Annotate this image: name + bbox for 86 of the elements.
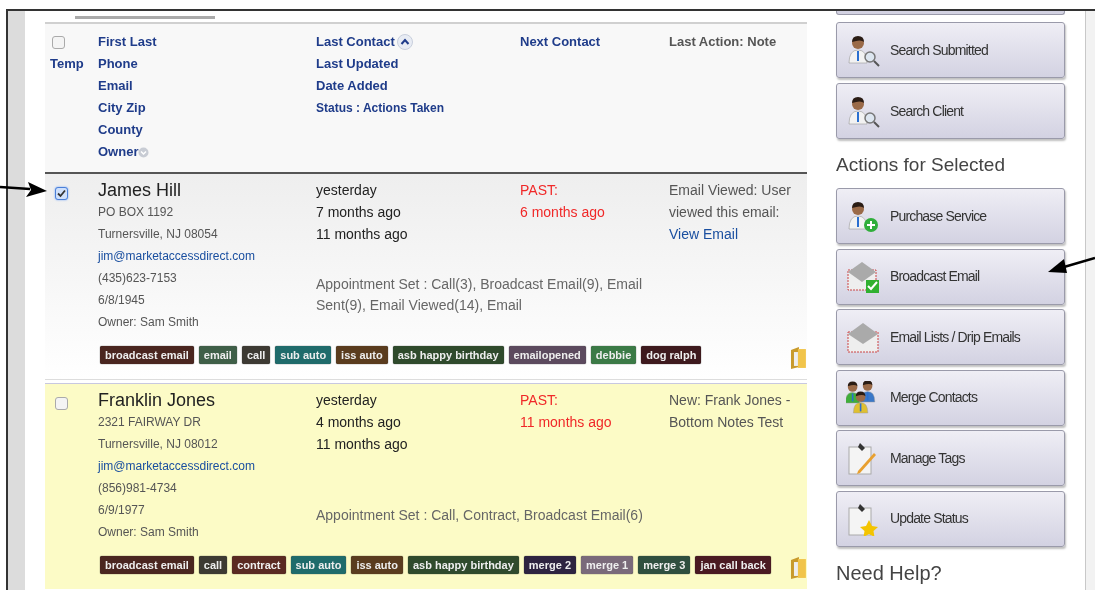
date-text: 11 months ago bbox=[316, 435, 409, 454]
date-text: 6/9/1977 bbox=[98, 502, 146, 519]
note-text: Email Viewed: User viewed this email: bbox=[669, 181, 792, 222]
date-text: 7 months ago bbox=[316, 203, 402, 222]
tag[interactable]: merge 2 bbox=[523, 556, 576, 574]
folder-icon[interactable] bbox=[789, 346, 807, 370]
date-text: 6/8/1945 bbox=[98, 292, 146, 309]
column-header[interactable]: City Zip bbox=[98, 97, 146, 119]
person-plus-icon bbox=[846, 199, 880, 233]
status-text: PAST: bbox=[520, 181, 559, 200]
column-header[interactable]: County bbox=[98, 119, 143, 141]
sidebar-button[interactable]: Manage Tags bbox=[836, 430, 1065, 486]
phone-text: (435)623-7153 bbox=[98, 270, 178, 287]
note-star-icon bbox=[846, 501, 880, 536]
column-header: Last Action: Note bbox=[669, 34, 777, 49]
tag[interactable]: dog ralph bbox=[641, 346, 702, 364]
city-text: Turnersville, NJ 08054 bbox=[98, 226, 219, 243]
tag[interactable]: email bbox=[198, 346, 237, 364]
date-text: 11 months ago bbox=[316, 225, 409, 244]
tag[interactable]: call bbox=[198, 556, 228, 574]
tag[interactable]: merge 3 bbox=[638, 556, 691, 574]
address-text: PO BOX 1192 bbox=[98, 204, 175, 221]
person-magnifier-icon bbox=[846, 94, 880, 128]
column-header[interactable]: Next Contact bbox=[520, 34, 601, 49]
column-header[interactable]: Temp bbox=[50, 53, 84, 75]
address-text: 2321 FAIRWAY DR bbox=[98, 414, 202, 431]
person-magnifier-icon bbox=[846, 33, 880, 67]
sort-up-icon[interactable] bbox=[396, 34, 413, 50]
tag[interactable]: broadcast email bbox=[100, 346, 194, 364]
tag[interactable]: sub auto bbox=[275, 346, 332, 364]
city-text: Turnersville, NJ 08012 bbox=[98, 436, 219, 453]
tag[interactable]: asb happy birthday bbox=[407, 556, 519, 574]
column-header[interactable]: Owner bbox=[98, 141, 150, 163]
date-text: yesterday bbox=[316, 181, 378, 200]
tag[interactable]: iss auto bbox=[336, 346, 388, 364]
date-text: yesterday bbox=[316, 391, 378, 410]
column-header[interactable]: Status : Actions Taken bbox=[316, 97, 445, 119]
sidebar-button[interactable]: Search Submitted bbox=[836, 22, 1065, 78]
date-text: 4 months ago bbox=[316, 413, 402, 432]
contact-name[interactable]: Franklin Jones bbox=[98, 389, 316, 411]
sidebar-button[interactable]: Search Client bbox=[836, 83, 1065, 139]
tag[interactable]: call bbox=[241, 346, 271, 364]
dropdown-icon[interactable] bbox=[138, 146, 150, 158]
tag[interactable]: contract bbox=[232, 556, 286, 574]
column-header[interactable]: First Last bbox=[98, 31, 157, 53]
checkbox[interactable] bbox=[52, 35, 65, 49]
envelope-icon bbox=[846, 320, 880, 354]
tag[interactable]: jan call back bbox=[695, 556, 771, 574]
column-header[interactable]: Phone bbox=[98, 53, 138, 75]
tag[interactable]: sub auto bbox=[290, 556, 347, 574]
contact-name[interactable]: James Hill bbox=[98, 179, 316, 201]
sidebar-button[interactable]: Merge Contacts bbox=[836, 369, 1065, 426]
tag[interactable]: debbie bbox=[590, 346, 637, 364]
sidebar-button[interactable]: Purchase Service bbox=[836, 188, 1065, 244]
tag[interactable]: asb happy birthday bbox=[392, 346, 504, 364]
sidebar-button[interactable]: Update Status bbox=[836, 490, 1065, 547]
tag[interactable]: emailopened bbox=[508, 346, 586, 364]
tag[interactable]: iss auto bbox=[351, 556, 403, 574]
tag[interactable]: merge 1 bbox=[581, 556, 634, 574]
envelope-check-icon bbox=[846, 259, 880, 294]
annotation-arrow bbox=[0, 180, 48, 200]
owner-text: Owner: Sam Smith bbox=[98, 524, 200, 541]
status-text: PAST: bbox=[520, 391, 559, 410]
email-link[interactable]: jim@marketaccessdirect.com bbox=[98, 245, 316, 267]
tag[interactable]: broadcast email bbox=[100, 556, 194, 574]
folder-icon[interactable] bbox=[789, 556, 807, 580]
owner-text: Owner: Sam Smith bbox=[98, 314, 200, 331]
phone-text: (856)981-4734 bbox=[98, 480, 178, 497]
section-heading: Actions for Selected bbox=[836, 153, 1006, 177]
actions-text: Appointment Set : Call, Contract, Broadcast Email(6) bbox=[316, 506, 644, 525]
sidebar-button[interactable] bbox=[836, 11, 1065, 15]
column-header[interactable]: Email bbox=[98, 75, 133, 97]
date-text: 6 months ago bbox=[520, 203, 606, 222]
date-text: 11 months ago bbox=[520, 413, 613, 432]
column-header[interactable]: Last Contact bbox=[316, 31, 413, 53]
sidebar-button[interactable]: Email Lists / Drip Emails bbox=[836, 309, 1065, 365]
email-link[interactable]: jim@marketaccessdirect.com bbox=[98, 455, 316, 477]
checkbox[interactable] bbox=[55, 397, 68, 410]
checkbox[interactable] bbox=[55, 187, 68, 200]
section-heading: Need Help? bbox=[836, 560, 943, 585]
view-email-link[interactable]: View Email bbox=[669, 223, 805, 245]
note-text: New: Frank Jones - Bottom Notes Test bbox=[669, 391, 792, 432]
sidebar-button[interactable]: Broadcast Email bbox=[836, 248, 1065, 305]
actions-text: Appointment Set : Call(3), Broadcast Email(9), Email Sent(9), Email Viewed(14), Email bbox=[316, 275, 643, 315]
column-header[interactable]: Date Added bbox=[316, 75, 388, 97]
column-header[interactable]: Last Updated bbox=[316, 53, 399, 75]
